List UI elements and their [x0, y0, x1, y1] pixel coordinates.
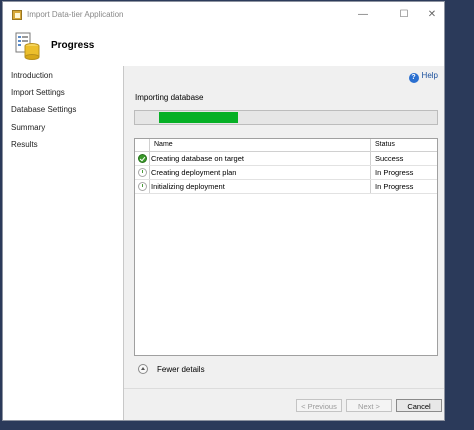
row-status: In Progress: [375, 182, 414, 191]
in-progress-icon: [138, 168, 147, 177]
page-title: Progress: [51, 40, 95, 51]
grid-row[interactable]: Creating deployment plan In Progress: [135, 166, 437, 180]
cancel-button[interactable]: Cancel: [396, 399, 442, 412]
column-header-name[interactable]: Name: [154, 141, 173, 148]
help-label: Help: [421, 71, 438, 80]
fewer-details-label: Fewer details: [157, 365, 205, 374]
desktop-background: [445, 0, 474, 430]
row-status: Success: [375, 154, 404, 163]
footer-divider: [124, 388, 444, 389]
sidebar-item-introduction[interactable]: Introduction: [11, 71, 53, 80]
grid-row[interactable]: Initializing deployment In Progress: [135, 180, 437, 194]
import-wizard-window: Import Data-tier Application — ☐ ✕ Progr…: [2, 1, 445, 421]
close-button[interactable]: ✕: [419, 6, 445, 24]
column-header-status[interactable]: Status: [375, 141, 395, 148]
progress-bar-fill: [159, 112, 238, 123]
in-progress-icon: [138, 182, 147, 191]
sidebar-item-results[interactable]: Results: [11, 140, 38, 149]
fewer-details-toggle[interactable]: Fewer details: [138, 364, 205, 374]
row-name: Creating deployment plan: [151, 168, 237, 177]
minimize-button[interactable]: —: [350, 6, 376, 24]
window-title: Import Data-tier Application: [27, 10, 124, 19]
sidebar-item-database-settings[interactable]: Database Settings: [11, 105, 76, 114]
status-text: Importing database: [135, 93, 204, 102]
maximize-button[interactable]: ☐: [391, 6, 417, 24]
help-link[interactable]: ? Help: [408, 71, 438, 83]
wizard-database-icon: [15, 32, 40, 60]
help-icon: ?: [408, 73, 419, 83]
grid-header: Name Status: [135, 139, 437, 152]
main-panel: ? Help Importing database Name Status Cre…: [124, 66, 444, 420]
wizard-steps-sidebar: Introduction Import Settings Database Se…: [3, 66, 123, 420]
app-icon: [12, 10, 22, 20]
previous-button[interactable]: < Previous: [296, 399, 342, 412]
row-name: Creating database on target: [151, 154, 244, 163]
page-header: Progress: [3, 29, 444, 66]
row-status: In Progress: [375, 168, 414, 177]
grid-row[interactable]: Creating database on target Success: [135, 152, 437, 166]
progress-bar: [134, 110, 438, 125]
progress-grid: Name Status Creating database on target …: [134, 138, 438, 356]
row-name: Initializing deployment: [151, 182, 225, 191]
sidebar-item-summary[interactable]: Summary: [11, 123, 45, 132]
collapse-chevron-icon: [138, 364, 148, 374]
title-bar: Import Data-tier Application — ☐ ✕: [3, 2, 444, 29]
success-check-icon: [138, 154, 147, 163]
sidebar-item-import-settings[interactable]: Import Settings: [11, 88, 65, 97]
next-button[interactable]: Next >: [346, 399, 392, 412]
